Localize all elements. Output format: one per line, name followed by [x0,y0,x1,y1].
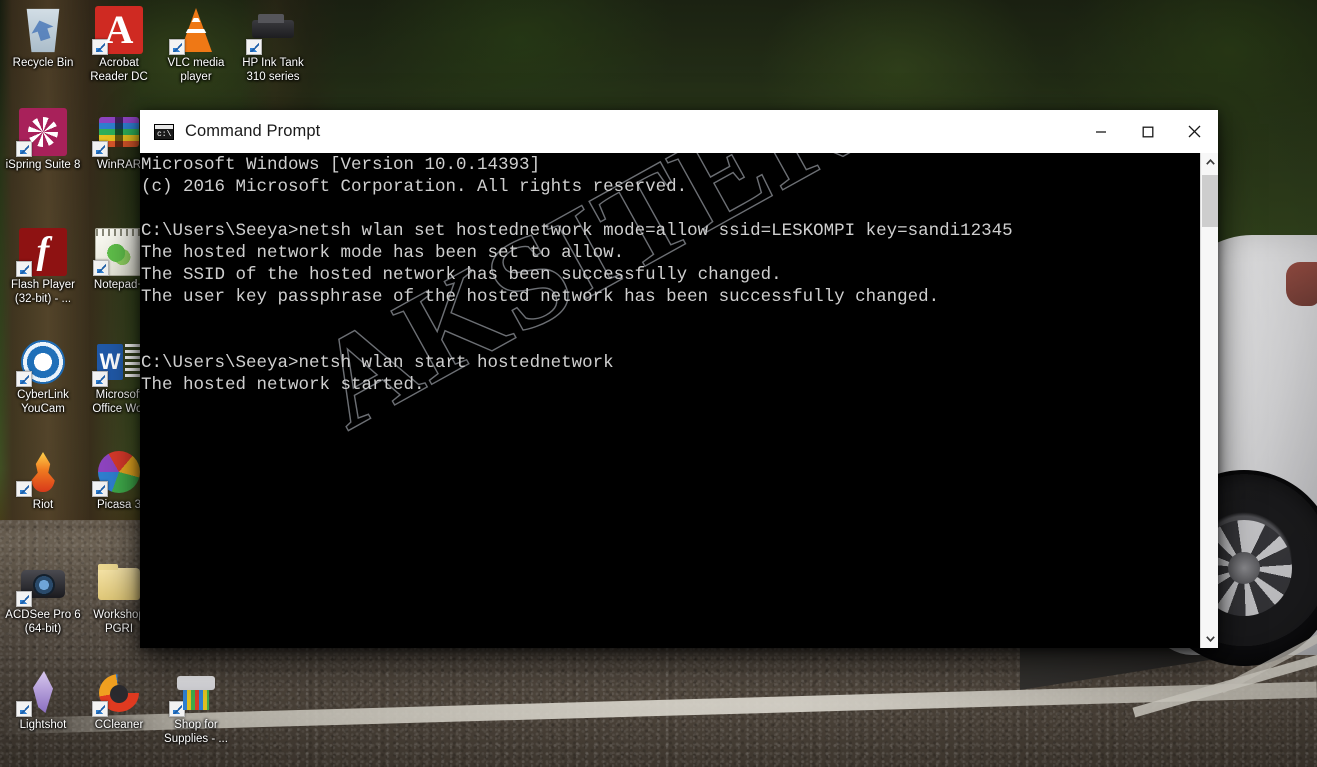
desktop-icon-label: Flash Player (32-bit) - ... [11,279,75,305]
shortcut-arrow-icon [16,261,32,277]
shortcut-arrow-icon [92,39,108,55]
desktop-icon[interactable]: ACDSee Pro 6 (64-bit) [4,558,82,636]
folder-icon [95,558,143,606]
command-prompt-icon [154,123,174,140]
window-controls [1077,110,1218,153]
minimize-button[interactable] [1077,110,1124,153]
acdsee-camera-icon [16,558,67,607]
lightshot-feather-icon [16,668,67,717]
desktop-icon[interactable]: Lightshot [4,668,82,733]
command-prompt-titlebar[interactable]: Command Prompt [140,110,1218,153]
notepad-plus-plus-icon [93,228,143,276]
console-scrollbar[interactable] [1200,153,1218,648]
riot-flame-icon [16,448,67,497]
picasa-icon [92,448,143,497]
shortcut-arrow-icon [93,260,109,276]
command-prompt-body[interactable]: AKSITEKNO.com Microsoft Windows [Version… [140,153,1218,648]
shortcut-arrow-icon [92,701,108,717]
maximize-button[interactable] [1124,110,1171,153]
desktop-icon-label: CCleaner [94,719,144,731]
desktop-icon[interactable]: Shop for Supplies - ... [157,668,235,746]
desktop-icon[interactable]: CyberLink YouCam [4,338,82,416]
shortcut-arrow-icon [169,39,185,55]
desktop-icon[interactable]: Flash Player (32-bit) - ... [4,228,82,306]
flash-player-icon [16,228,67,277]
shortcut-arrow-icon [16,371,32,387]
desktop-icon-label: Shop for Supplies - ... [164,719,228,745]
desktop-icon-label: Recycle Bin [12,57,74,69]
scroll-up-arrow-icon[interactable] [1201,153,1218,171]
desktop-icon[interactable]: Acrobat Reader DC [80,6,158,84]
desktop-icon-label: CyberLink YouCam [17,389,69,415]
desktop[interactable]: Recycle Bin Acrobat Reader DC VLC media pl… [0,0,1317,767]
microsoft-word-icon [92,338,143,387]
shortcut-arrow-icon [16,481,32,497]
shortcut-arrow-icon [169,701,185,717]
desktop-icon[interactable]: Recycle Bin [4,6,82,71]
desktop-icon-label: ACDSee Pro 6 (64-bit) [5,609,81,635]
shortcut-arrow-icon [16,701,32,717]
desktop-icon-label: Acrobat Reader DC [90,57,148,83]
scroll-down-arrow-icon[interactable] [1201,630,1218,648]
window-title: Command Prompt [185,122,321,140]
desktop-icon-label: HP Ink Tank 310 series [242,57,304,83]
ispring-suite-icon [16,108,67,157]
vlc-cone-icon [169,6,220,55]
shortcut-arrow-icon [246,39,262,55]
shortcut-arrow-icon [92,371,108,387]
close-button[interactable] [1171,110,1218,153]
scroll-thumb[interactable] [1202,175,1218,227]
shortcut-arrow-icon [16,141,32,157]
ccleaner-icon [92,668,143,717]
console-output[interactable]: Microsoft Windows [Version 10.0.14393] (… [140,153,1200,648]
winrar-books-icon [92,108,143,157]
recycle-bin-icon [26,8,60,53]
shortcut-arrow-icon [92,481,108,497]
shortcut-arrow-icon [16,591,32,607]
shop-supplies-icon [169,668,220,717]
shortcut-arrow-icon [92,141,108,157]
desktop-icon[interactable]: CCleaner [80,668,158,733]
desktop-icon-label: iSpring Suite 8 [5,159,81,171]
desktop-icon[interactable]: iSpring Suite 8 [4,108,82,173]
desktop-icon-label: Lightshot [19,719,67,731]
desktop-icon[interactable]: Riot [4,448,82,513]
cyberlink-youcam-icon [16,338,67,387]
desktop-icon-label: Riot [32,499,54,511]
word-doc-lines-icon [125,344,141,380]
hp-printer-icon [246,6,297,55]
command-prompt-window[interactable]: Command Prompt [140,110,1218,648]
adobe-acrobat-icon [92,6,143,55]
desktop-icon[interactable]: VLC media player [157,6,235,84]
desktop-icon[interactable]: HP Ink Tank 310 series [234,6,312,84]
desktop-icon-label: VLC media player [167,57,225,83]
